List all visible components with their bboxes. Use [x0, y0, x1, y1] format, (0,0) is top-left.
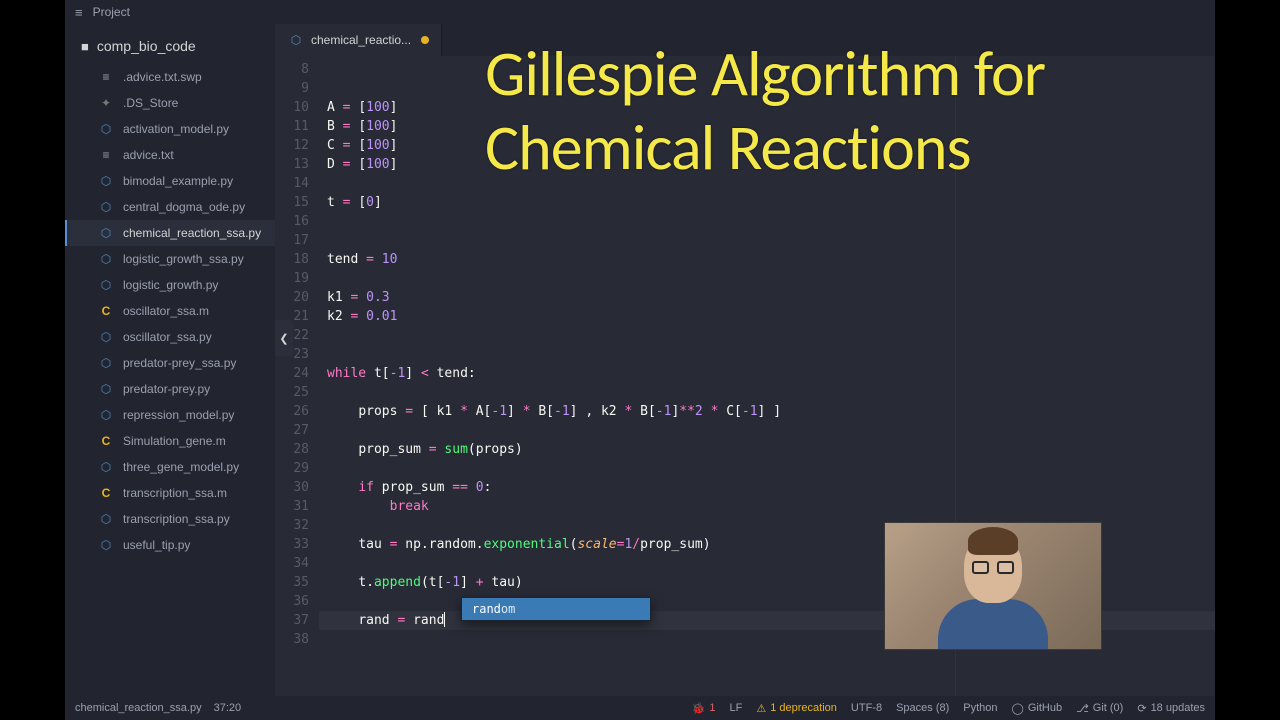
txt-icon: ≡ — [97, 148, 115, 162]
file-item[interactable]: ⬡ logistic_growth.py — [65, 272, 275, 298]
file-item[interactable]: ⬡ repression_model.py — [65, 402, 275, 428]
py-icon: ⬡ — [97, 512, 115, 526]
status-git[interactable]: ⎇ Git (0) — [1076, 702, 1123, 715]
file-item[interactable]: ⬡ central_dogma_ode.py — [65, 194, 275, 220]
file-item[interactable]: ⬡ bimodal_example.py — [65, 168, 275, 194]
py-icon: ⬡ — [97, 408, 115, 422]
file-name: logistic_growth.py — [123, 278, 218, 292]
file-name: oscillator_ssa.py — [123, 330, 212, 344]
py-icon: ⬡ — [97, 122, 115, 136]
file-name: bimodal_example.py — [123, 174, 233, 188]
status-line-ending[interactable]: LF — [730, 702, 743, 714]
file-item[interactable]: ⬡ three_gene_model.py — [65, 454, 275, 480]
py-icon: ⬡ — [97, 460, 115, 474]
tab-chemical-reaction[interactable]: ⬡ chemical_reactio... — [275, 24, 442, 56]
python-icon: ⬡ — [287, 33, 305, 47]
py-icon: ⬡ — [97, 252, 115, 266]
sidebar-collapse-button[interactable]: ❮ — [275, 320, 293, 356]
py-icon: ⬡ — [97, 382, 115, 396]
file-item[interactable]: Coscillator_ssa.m — [65, 298, 275, 324]
project-label: Project — [93, 5, 130, 19]
py-icon: ⬡ — [97, 538, 115, 552]
txt-icon: ≡ — [97, 70, 115, 84]
project-root[interactable]: ■ comp_bio_code — [65, 32, 275, 64]
file-item[interactable]: ⬡ transcription_ssa.py — [65, 506, 275, 532]
file-item[interactable]: ≡ advice.txt — [65, 142, 275, 168]
status-language[interactable]: Python — [963, 702, 997, 714]
folder-icon: ■ — [81, 39, 89, 54]
file-name: useful_tip.py — [123, 538, 190, 552]
py-icon: ⬡ — [97, 200, 115, 214]
project-header: ≡ Project — [65, 0, 1215, 24]
file-name: central_dogma_ode.py — [123, 200, 245, 214]
file-item[interactable]: ≡ .advice.txt.swp — [65, 64, 275, 90]
m-icon: C — [97, 486, 115, 500]
file-item[interactable]: ⬡ oscillator_ssa.py — [65, 324, 275, 350]
presenter-webcam — [884, 522, 1102, 650]
m-icon: C — [97, 434, 115, 448]
file-item[interactable]: ⬡ activation_model.py — [65, 116, 275, 142]
file-name: Simulation_gene.m — [123, 434, 226, 448]
file-name: three_gene_model.py — [123, 460, 239, 474]
file-name: logistic_growth_ssa.py — [123, 252, 244, 266]
py-icon: ⬡ — [97, 330, 115, 344]
file-name: transcription_ssa.py — [123, 512, 230, 526]
file-name: oscillator_ssa.m — [123, 304, 209, 318]
py-icon: ⬡ — [97, 356, 115, 370]
py-icon: ⬡ — [97, 174, 115, 188]
file-item[interactable]: ⬡ predator-prey_ssa.py — [65, 350, 275, 376]
file-item[interactable]: ✦ .DS_Store — [65, 90, 275, 116]
status-updates[interactable]: ⟳ 18 updates — [1137, 702, 1205, 715]
ds-icon: ✦ — [97, 96, 115, 110]
file-item[interactable]: C Simulation_gene.m — [65, 428, 275, 454]
status-errors[interactable]: 🐞 1 — [692, 702, 716, 715]
menu-icon[interactable]: ≡ — [75, 5, 83, 20]
status-spaces[interactable]: Spaces (8) — [896, 702, 949, 714]
file-name: advice.txt — [123, 148, 174, 162]
status-file[interactable]: chemical_reaction_ssa.py — [75, 702, 202, 714]
file-name: predator-prey_ssa.py — [123, 356, 236, 370]
status-encoding[interactable]: UTF-8 — [851, 702, 882, 714]
file-item[interactable]: ⬡ chemical_reaction_ssa.py — [65, 220, 275, 246]
tab-label: chemical_reactio... — [311, 33, 411, 47]
autocomplete-match: rand — [472, 602, 501, 616]
file-tree[interactable]: ■ comp_bio_code ≡ .advice.txt.swp ✦ .DS_Sto… — [65, 24, 275, 696]
status-github[interactable]: ◯ GitHub — [1012, 702, 1063, 715]
project-root-name: comp_bio_code — [97, 38, 196, 54]
file-item[interactable]: ⬡ useful_tip.py — [65, 532, 275, 558]
file-item[interactable]: Ctranscription_ssa.m — [65, 480, 275, 506]
py-icon: ⬡ — [97, 226, 115, 240]
status-bar: chemical_reaction_ssa.py 37:20 🐞 1 LF ⚠ … — [65, 696, 1215, 720]
autocomplete-popup[interactable]: random — [461, 597, 651, 621]
m-icon: C — [97, 304, 115, 318]
file-item[interactable]: ⬡ predator-prey.py — [65, 376, 275, 402]
video-title-overlay: Gillespie Algorithm for Chemical Reactio… — [485, 38, 1280, 185]
file-name: transcription_ssa.m — [123, 486, 227, 500]
file-name: activation_model.py — [123, 122, 229, 136]
file-name: .DS_Store — [123, 96, 178, 110]
file-item[interactable]: ⬡ logistic_growth_ssa.py — [65, 246, 275, 272]
file-name: repression_model.py — [123, 408, 234, 422]
file-name: predator-prey.py — [123, 382, 210, 396]
file-name: .advice.txt.swp — [123, 70, 202, 84]
status-deprecation[interactable]: ⚠ 1 deprecation — [756, 702, 837, 715]
py-icon: ⬡ — [97, 278, 115, 292]
modified-indicator-icon — [421, 36, 429, 44]
autocomplete-rest: om — [501, 602, 515, 616]
file-name: chemical_reaction_ssa.py — [123, 226, 261, 240]
autocomplete-item[interactable]: random — [462, 598, 650, 620]
line-number-gutter: 8910111213141516171819202122232425262728… — [275, 56, 319, 696]
status-cursor[interactable]: 37:20 — [214, 702, 242, 714]
